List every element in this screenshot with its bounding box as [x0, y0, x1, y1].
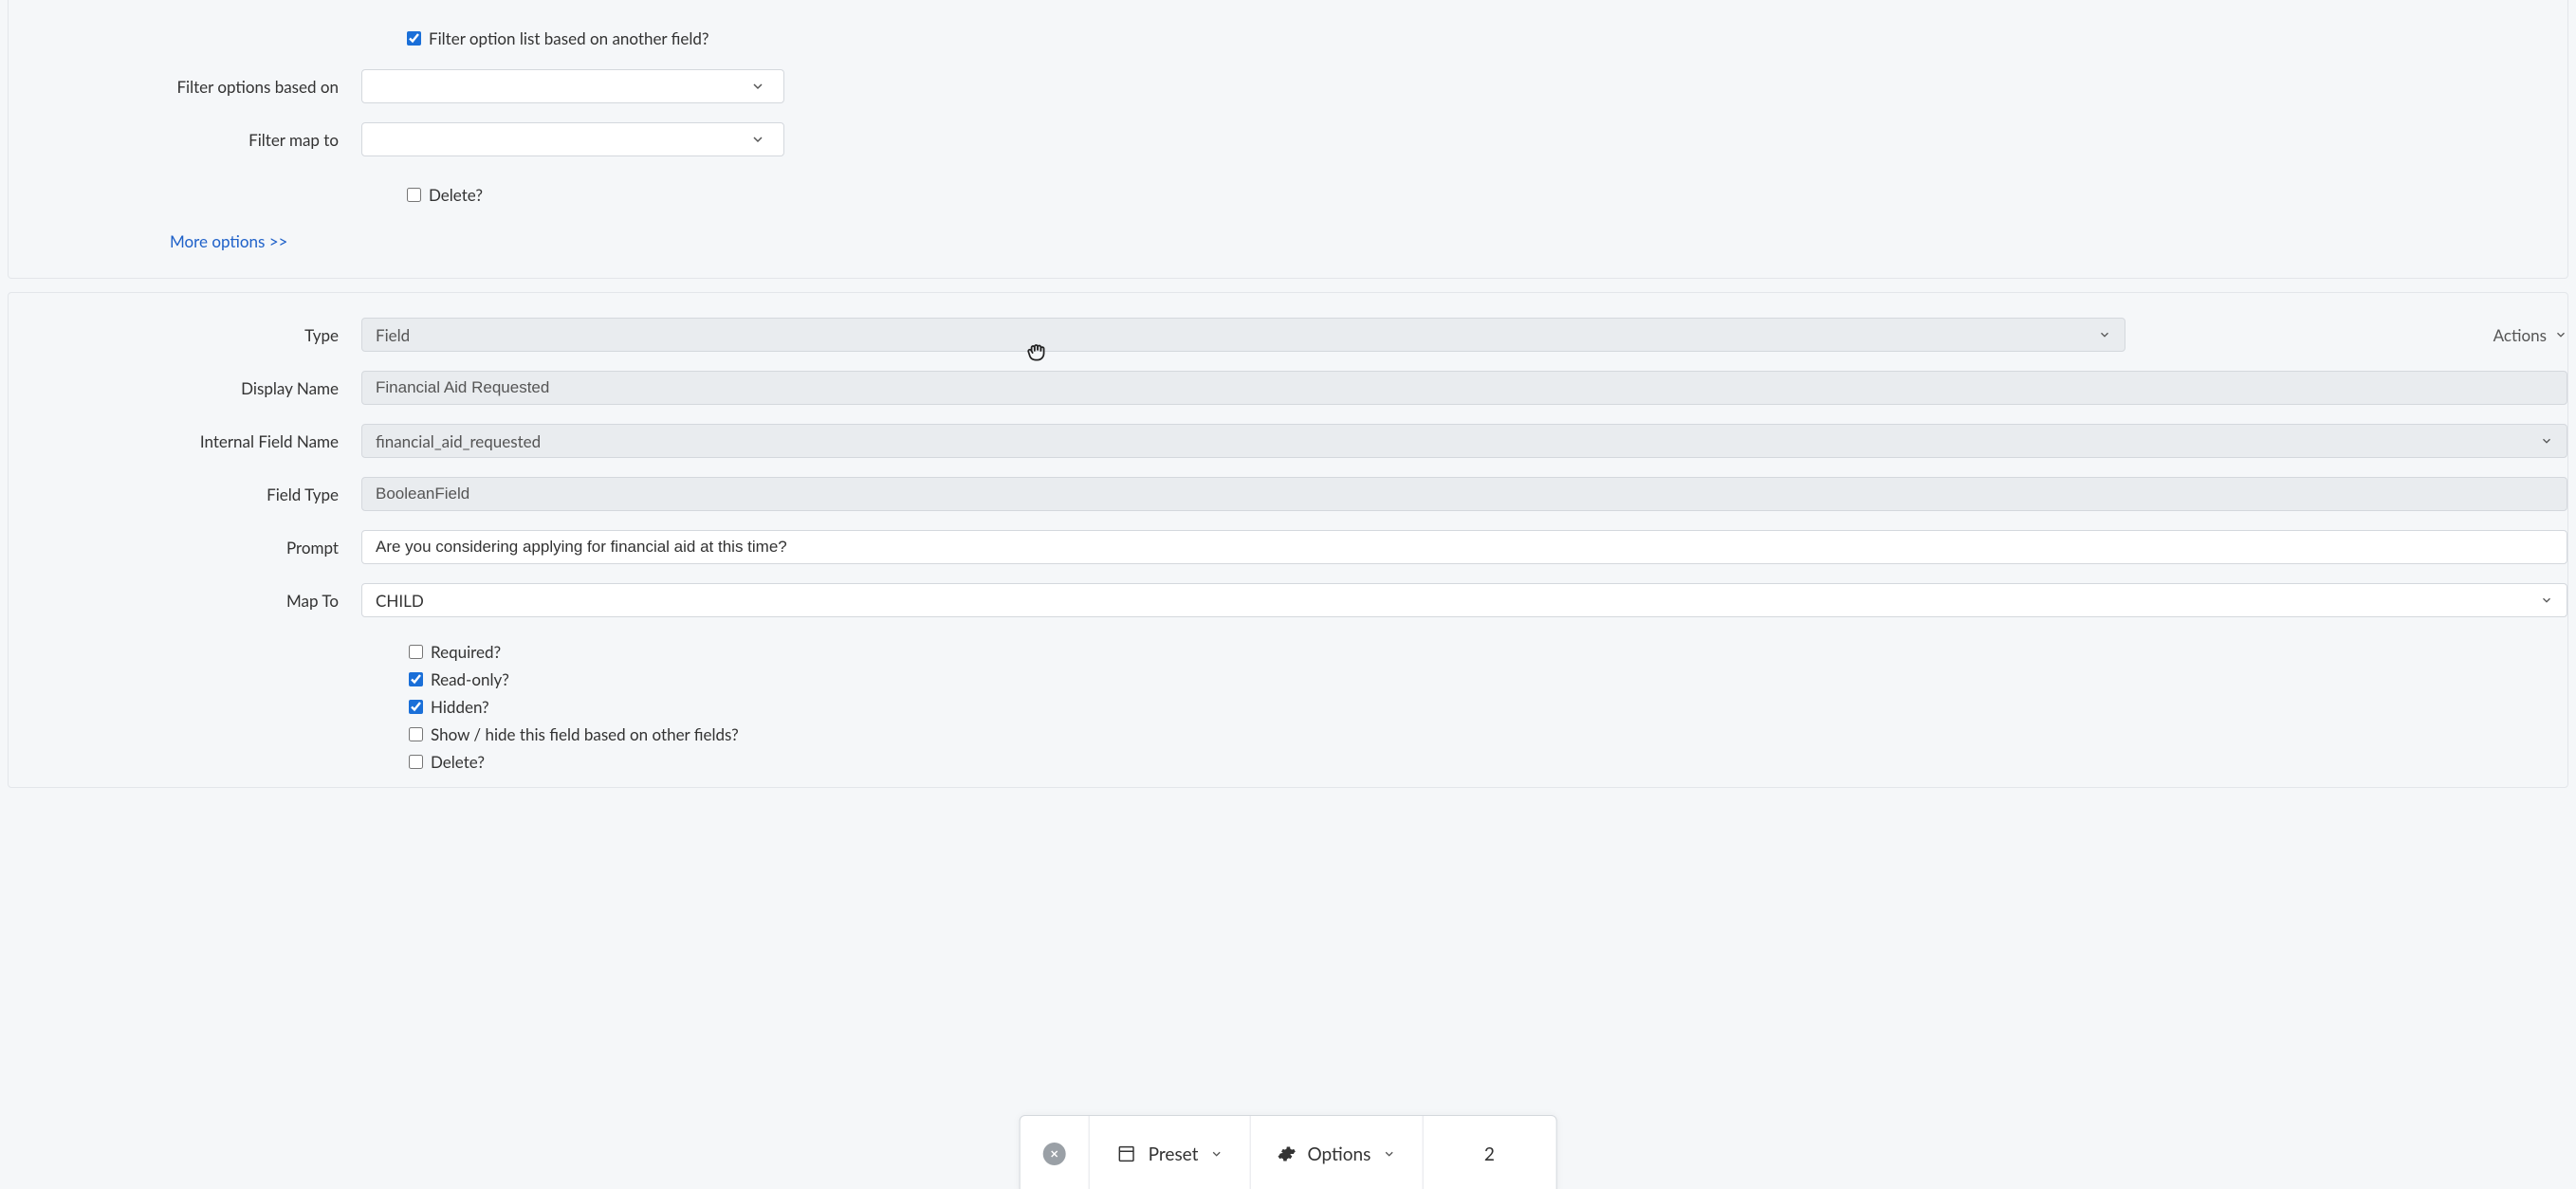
internal-name-value: financial_aid_requested [376, 431, 541, 451]
options-label: Options [1307, 1143, 1371, 1165]
map-to-value: CHILD [376, 591, 424, 611]
map-to-select[interactable]: CHILD [361, 583, 2567, 617]
showhide-label: Show / hide this field based on other fi… [431, 724, 739, 744]
display-name-input[interactable] [361, 371, 2567, 405]
field-type-input[interactable] [361, 477, 2567, 511]
filter-map-to-label: Filter map to [9, 130, 361, 150]
actions-label: Actions [2493, 325, 2547, 345]
filter-option-list-label: Filter option list based on another fiel… [429, 28, 708, 48]
type-value: Field [376, 325, 410, 345]
internal-name-select[interactable]: financial_aid_requested [361, 424, 2567, 458]
required-checkbox[interactable] [409, 645, 423, 659]
type-label: Type [9, 325, 361, 345]
chevron-down-icon [1209, 1143, 1223, 1165]
floating-toolbar: Preset Options 2 [1020, 1115, 1557, 1189]
chevron-down-icon [1382, 1143, 1395, 1165]
chevron-down-icon [2554, 325, 2567, 345]
toolbar-count: 2 [1423, 1116, 1555, 1189]
toolbar-close-button[interactable] [1021, 1116, 1090, 1189]
gear-icon [1277, 1144, 1296, 1163]
hidden-label: Hidden? [431, 697, 489, 717]
chevron-down-icon [2540, 591, 2553, 611]
close-icon [1043, 1143, 1066, 1165]
preset-label: Preset [1149, 1143, 1199, 1165]
preset-icon [1116, 1143, 1137, 1164]
showhide-checkbox[interactable] [409, 727, 423, 741]
field-options-card-top: Filter option list based on another fiel… [8, 0, 2568, 279]
chevron-down-icon [2540, 431, 2553, 451]
filter-options-based-on-label: Filter options based on [9, 77, 361, 97]
more-options-link[interactable]: More options >> [170, 231, 287, 251]
readonly-label: Read-only? [431, 669, 509, 689]
toolbar-preset-button[interactable]: Preset [1090, 1116, 1251, 1189]
delete-label-top: Delete? [429, 185, 483, 205]
required-label: Required? [431, 642, 501, 662]
field-config-card: Type Field Actions Display Name [8, 292, 2568, 788]
internal-name-label: Internal Field Name [9, 431, 361, 451]
readonly-checkbox[interactable] [409, 672, 423, 686]
delete-checkbox-top[interactable] [407, 188, 421, 202]
chevron-down-icon [2098, 325, 2111, 345]
toolbar-count-value: 2 [1484, 1143, 1495, 1165]
delete-checkbox-bottom[interactable] [409, 755, 423, 769]
hidden-checkbox[interactable] [409, 700, 423, 714]
prompt-input[interactable] [361, 530, 2567, 564]
prompt-label: Prompt [9, 538, 361, 558]
type-select[interactable]: Field [361, 318, 2125, 352]
filter-options-based-on-select[interactable] [361, 69, 784, 103]
delete-label-bottom: Delete? [431, 752, 485, 772]
map-to-label: Map To [9, 591, 361, 611]
actions-menu[interactable]: Actions [2493, 325, 2567, 345]
filter-map-to-select[interactable] [361, 122, 784, 156]
filter-option-list-checkbox[interactable] [407, 31, 421, 46]
display-name-label: Display Name [9, 378, 361, 398]
toolbar-options-button[interactable]: Options [1250, 1116, 1423, 1189]
field-type-label: Field Type [9, 485, 361, 504]
